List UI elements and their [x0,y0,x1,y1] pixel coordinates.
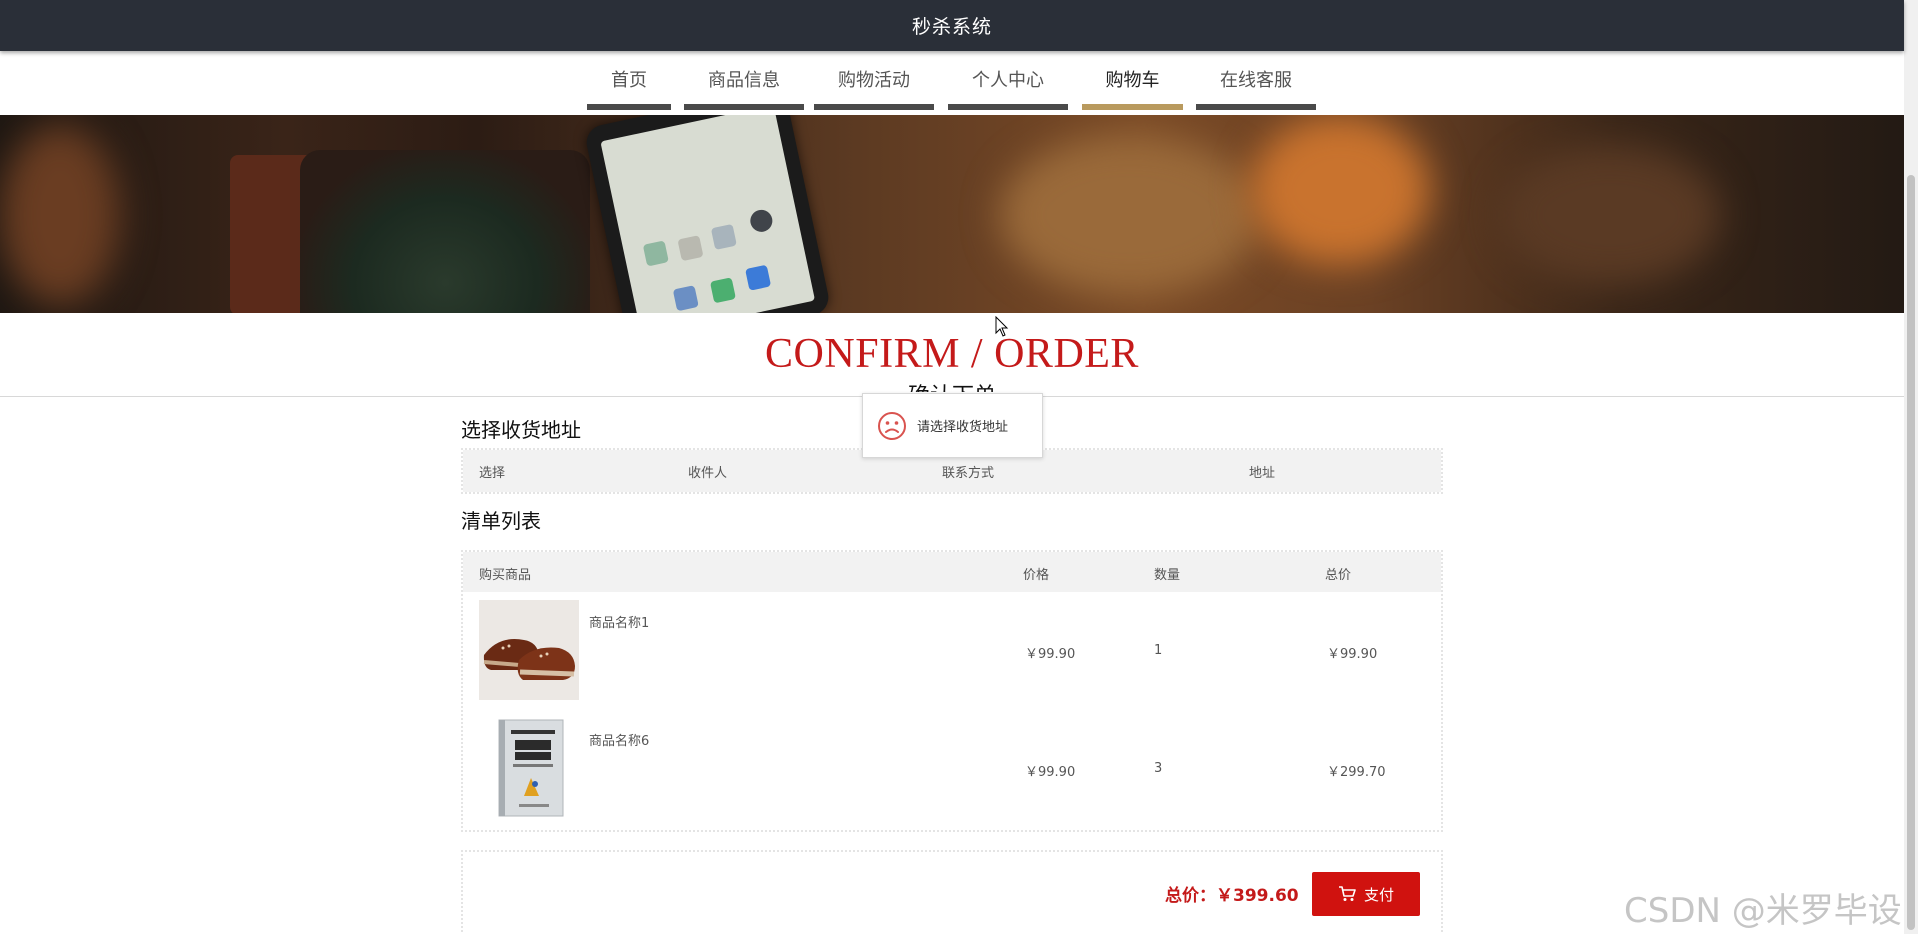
book-image-icon [479,718,579,818]
order-list-header: 购买商品 价格 数量 总价 [463,552,1441,592]
column-header: 收件人 [688,466,728,481]
app-tile [745,264,772,291]
watermark: CSDN @米罗毕设 [1624,891,1902,931]
nav-item-label: 商品信息 [708,70,780,91]
nav-item-home[interactable]: 首页 [587,51,671,110]
app-tile [710,223,737,251]
nav-underline [948,104,1068,110]
column-header: 价格 [1023,568,1050,583]
app-tile [672,285,699,312]
main-nav: 首页 商品信息 购物活动 个人中心 购物车 在线客服 [0,51,1904,115]
page-heading: CONFIRM / ORDER 确认下单 [0,330,1904,392]
column-header: 选择 [479,466,506,481]
product-price: ￥99.90 [1025,765,1076,780]
nav-item-label: 首页 [611,70,647,91]
heading-chinese: 确认下单 [0,378,1904,392]
shoe-image-icon [479,600,579,700]
banner-phone [583,115,832,313]
toast-message: 请选择收货地址 [862,393,1043,458]
nav-item-products[interactable]: 商品信息 [684,51,804,110]
banner-bokeh [1500,145,1720,285]
nav-underline [587,104,671,110]
product-quantity: 3 [1154,761,1163,776]
nav-underline [814,104,934,110]
product-name[interactable]: 商品名称1 [589,612,649,631]
app-tile [709,277,737,304]
address-section-title: 选择收货地址 [461,418,581,442]
total-price: 总价：￥399.60 [1165,886,1299,906]
banner-bokeh [0,125,120,305]
product-price: ￥99.90 [1025,647,1076,662]
column-header: 购买商品 [479,568,532,583]
nav-item-label: 购物活动 [838,70,910,91]
nav-item-label: 购物车 [1105,70,1160,91]
banner-image [0,115,1904,313]
pay-button[interactable]: 支付 [1312,872,1420,916]
heading-english: CONFIRM / ORDER [765,331,1139,377]
nav-item-label: 在线客服 [1220,70,1292,91]
product-quantity: 1 [1154,643,1163,658]
column-header: 数量 [1154,568,1181,583]
nav-item-support[interactable]: 在线客服 [1196,51,1316,110]
table-row: 商品名称6 ￥99.90 3 ￥299.70 [463,710,1441,828]
nav-item-cart[interactable]: 购物车 [1082,51,1183,110]
list-section-title: 清单列表 [461,509,541,533]
nav-item-activities[interactable]: 购物活动 [814,51,934,110]
sad-face-icon [878,411,906,440]
toast-text: 请选择收货地址 [917,420,1009,435]
order-list-table: 购买商品 价格 数量 总价 商品名称1 ￥99.90 1 ￥99.90 商品名称… [461,550,1443,832]
nav-underline [684,104,804,110]
product-image[interactable] [479,718,579,818]
column-header: 联系方式 [942,466,995,481]
app-title: 秒杀系统 [911,16,992,38]
banner-phone-screen [600,115,816,313]
pay-button-label: 支付 [1363,885,1394,904]
product-name[interactable]: 商品名称6 [589,730,649,749]
nav-item-profile[interactable]: 个人中心 [948,51,1068,110]
nav-underline-active [1082,104,1183,110]
nav-item-label: 个人中心 [972,70,1044,91]
product-total: ￥99.90 [1327,647,1378,662]
banner-bokeh [1250,115,1430,265]
cart-icon [1338,886,1356,901]
nav-underline [1196,104,1316,110]
app-tile [642,240,669,267]
product-image[interactable] [479,600,579,700]
banner-bokeh [1000,135,1260,295]
scrollbar-thumb[interactable] [1907,175,1915,930]
app-tile [748,207,775,234]
page: 秒杀系统 首页 商品信息 购物活动 个人中心 购物车 在线客服 CONFIRM … [0,0,1918,934]
banner-cup [300,150,590,313]
column-header: 地址 [1249,466,1276,481]
column-header: 总价 [1325,568,1352,583]
app-tile [677,235,704,262]
product-total: ￥299.70 [1327,765,1386,780]
table-row: 商品名称1 ￥99.90 1 ￥99.90 [463,592,1441,710]
top-bar: 秒杀系统 [0,0,1904,51]
